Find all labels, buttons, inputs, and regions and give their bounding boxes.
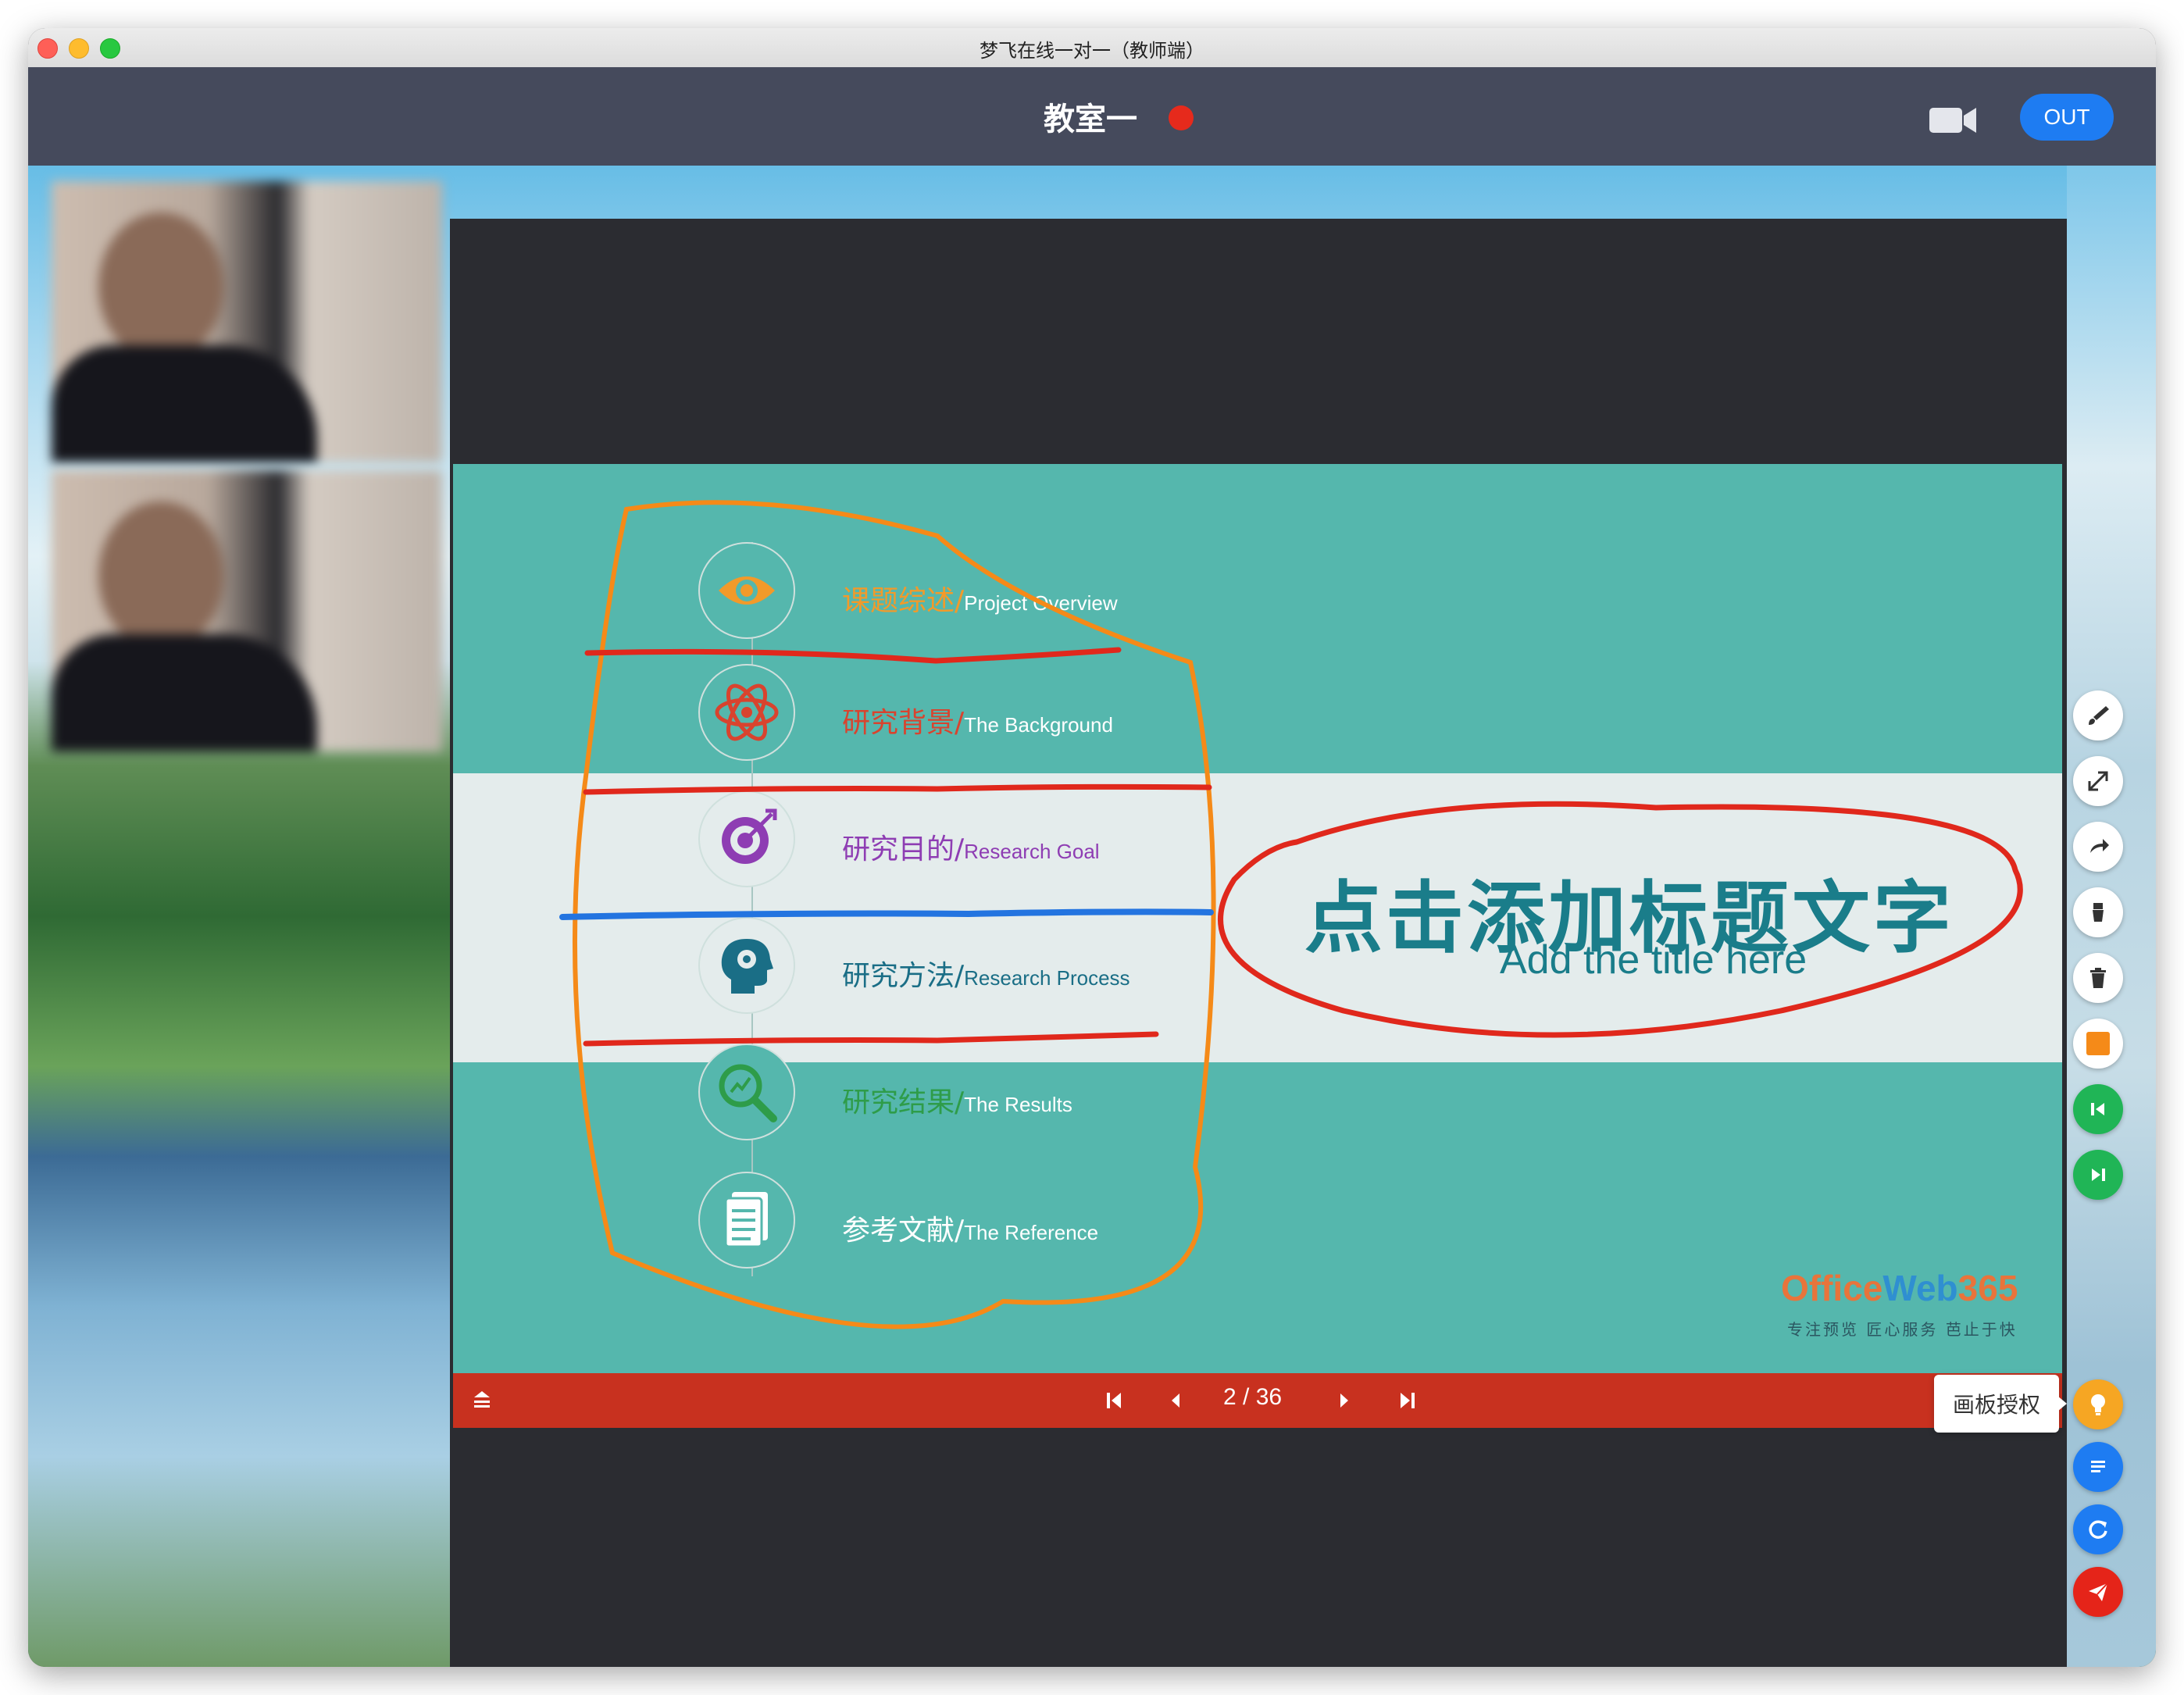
agenda-item-background: 研究背景/The Background	[698, 664, 1401, 761]
agenda-label-en: The Background	[964, 713, 1113, 737]
agenda-label-en: Research Goal	[964, 840, 1100, 863]
brush-icon[interactable]	[2073, 690, 2123, 740]
prev-slide-icon[interactable]	[2073, 1084, 2123, 1134]
menu-icon[interactable]	[469, 1387, 495, 1414]
slide-title-en: Add the title here	[1500, 937, 1808, 983]
agenda-item-overview: 课题综述/Project Overview	[698, 542, 1401, 639]
agenda-item-goal: 研究目的/Research Goal	[698, 790, 1401, 887]
agenda-label-en: The Reference	[964, 1221, 1099, 1244]
video-feed-student[interactable]	[52, 470, 442, 751]
eye-icon	[698, 542, 795, 639]
brand-logo: OfficeWeb365	[1781, 1267, 2018, 1309]
recording-indicator	[1169, 105, 1194, 130]
agenda-label: 课题综述/Project Overview	[842, 578, 1118, 619]
next-page-icon[interactable]	[1331, 1387, 1358, 1414]
agenda-label-zh: 研究目的/	[842, 833, 965, 865]
list-icon[interactable]	[2073, 1442, 2123, 1492]
title-bar: 梦飞在线一对一（教师端）	[28, 28, 2156, 68]
first-page-icon[interactable]	[1101, 1387, 1128, 1414]
trash-icon[interactable]	[2073, 953, 2123, 1003]
video-camera-icon[interactable]	[1928, 105, 1978, 136]
previous-page-icon[interactable]	[1162, 1387, 1189, 1414]
slide-navigation-bar: 2 / 36	[453, 1373, 2062, 1428]
head-icon	[698, 917, 795, 1014]
light-bulb-icon[interactable]	[2073, 1379, 2123, 1429]
agenda-label: 研究结果/The Results	[842, 1079, 1072, 1120]
slide-canvas[interactable]: 课题综述/Project Overview 研究背景/The Backgroun…	[453, 464, 2062, 1373]
window-title: 梦飞在线一对一（教师端）	[980, 40, 1204, 62]
agenda-label-en: Project Overview	[964, 591, 1118, 615]
agenda-label-en: The Results	[964, 1093, 1072, 1116]
agenda-item-results: 研究结果/The Results	[698, 1044, 1401, 1140]
agenda-item-reference: 参考文献/The Reference	[698, 1172, 1401, 1269]
red-underline-1	[584, 647, 1122, 664]
last-page-icon[interactable]	[1394, 1387, 1420, 1414]
classroom-header: 教室一 OUT	[28, 67, 2156, 166]
agenda-label-zh: 参考文献/	[842, 1215, 965, 1247]
agenda-label-en: Research Process	[964, 966, 1130, 990]
document-icon	[698, 1172, 795, 1269]
page-indicator: 2 / 36	[1223, 1384, 1283, 1410]
out-button[interactable]: OUT	[2020, 94, 2114, 141]
brand-part-web: Web	[1882, 1268, 1958, 1308]
agenda-label: 研究方法/Research Process	[842, 953, 1130, 994]
magnifier-chart-icon	[698, 1044, 795, 1140]
color-square-icon[interactable]	[2073, 1019, 2123, 1069]
send-icon[interactable]	[2073, 1567, 2123, 1617]
agenda-label-zh: 研究方法/	[842, 960, 965, 992]
expand-icon[interactable]	[2073, 756, 2123, 806]
classroom-stage: 课题综述/Project Overview 研究背景/The Backgroun…	[28, 166, 2156, 1667]
app-window: 梦飞在线一对一（教师端） 教室一 OUT 课题综述/Project Overvi…	[28, 28, 2156, 1667]
agenda-label-zh: 研究背景/	[842, 707, 965, 739]
agenda-label: 参考文献/The Reference	[842, 1208, 1098, 1248]
video-feed-teacher[interactable]	[52, 181, 442, 462]
atom-icon	[698, 664, 795, 761]
refresh-icon[interactable]	[2073, 1504, 2123, 1554]
agenda-label: 研究目的/Research Goal	[842, 826, 1100, 867]
tooltip-arrow	[2057, 1396, 2067, 1411]
presentation-viewer: 课题综述/Project Overview 研究背景/The Backgroun…	[450, 219, 2067, 1667]
brand-part-365: 365	[1957, 1268, 2018, 1308]
agenda-connector-line	[751, 542, 753, 1276]
agenda-label-zh: 研究结果/	[842, 1087, 965, 1119]
agenda-label-zh: 课题综述/	[842, 585, 965, 617]
agenda-item-process: 研究方法/Research Process	[698, 917, 1401, 1014]
target-icon	[698, 790, 795, 887]
room-title: 教室一	[1044, 102, 1137, 137]
agenda-label: 研究背景/The Background	[842, 700, 1113, 740]
brand-tagline: 专注预览 匠心服务 芭止于快	[1787, 1320, 2018, 1339]
next-slide-icon[interactable]	[2073, 1150, 2123, 1200]
board-authorization-tooltip: 画板授权	[1934, 1375, 2059, 1433]
eraser-icon[interactable]	[2073, 887, 2123, 937]
brand-part-office: Office	[1781, 1268, 1883, 1308]
redo-icon[interactable]	[2073, 822, 2123, 872]
